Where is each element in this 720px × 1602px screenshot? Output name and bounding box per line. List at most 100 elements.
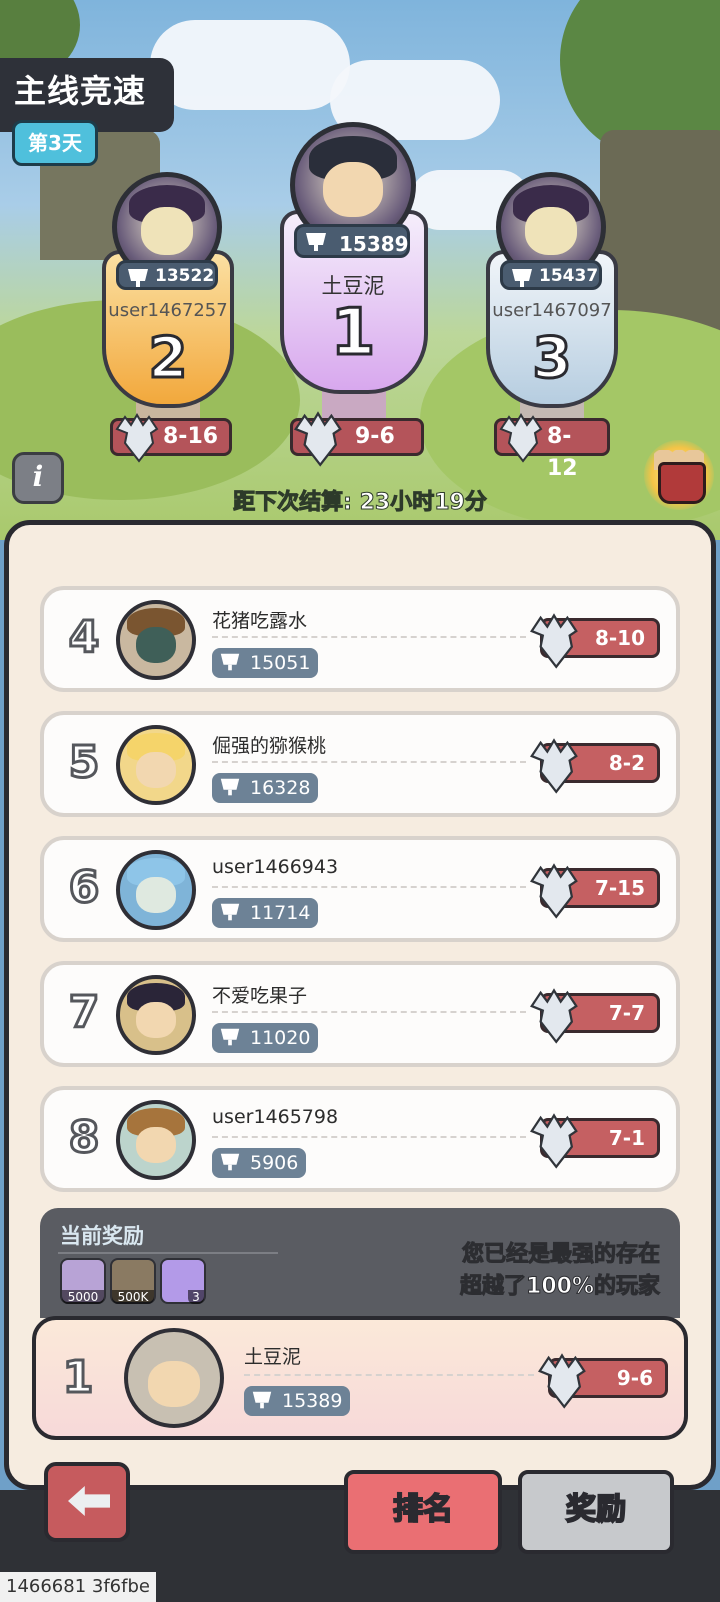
- podium-first[interactable]: 15389 土豆泥 1 9-6: [278, 120, 428, 470]
- build-id: 1466681 3f6fbe: [0, 1572, 156, 1602]
- trophy-icon: [220, 903, 240, 921]
- reward-title: 当前奖励: [60, 1224, 144, 1248]
- podium-rank: 3: [531, 325, 573, 393]
- divider: [58, 1252, 278, 1254]
- coin-icon[interactable]: 500K: [110, 1258, 156, 1304]
- row-name: 倔强的猕猴桃: [212, 735, 327, 757]
- score-pill: 11020: [212, 1023, 319, 1053]
- score-pill: 11714: [212, 898, 319, 928]
- level-value: 9-6: [616, 1366, 653, 1390]
- podium-score: 15389: [339, 232, 409, 256]
- avatar: [116, 600, 196, 680]
- row-name: 不爱吃果子: [212, 985, 308, 1007]
- avatar: [116, 975, 196, 1055]
- level-value: 8-2: [608, 751, 645, 775]
- wolf-icon: [538, 1353, 586, 1409]
- row-name: 土豆泥: [244, 1346, 302, 1368]
- potion-icon[interactable]: 5000: [60, 1258, 106, 1304]
- wolf-icon: [115, 413, 159, 463]
- divider: [212, 886, 526, 888]
- wolf-icon: [530, 738, 578, 794]
- trophy-icon: [306, 233, 326, 251]
- list-item[interactable]: 8 user1465798 5906 7-1: [40, 1086, 680, 1192]
- score-pill: 15437: [500, 260, 602, 290]
- row-score-value: 15051: [250, 652, 311, 674]
- level-tag: 8-12: [494, 413, 610, 481]
- day-badge: 第3天: [12, 120, 98, 166]
- list-item[interactable]: 7 不爱吃果子 11020 7-7: [40, 961, 680, 1067]
- wolf-icon: [530, 988, 578, 1044]
- list-item[interactable]: 4 花猪吃露水 15051 8-10: [40, 586, 680, 692]
- level-value: 7-7: [608, 1001, 645, 1025]
- podium-rank: 2: [147, 325, 189, 393]
- score-pill: 13522: [116, 260, 218, 290]
- score-pill: 5906: [212, 1148, 307, 1178]
- level-tag: 7-15: [530, 863, 660, 919]
- podium-second[interactable]: 13522 user1467257 2 8-16: [100, 170, 236, 470]
- level-value: 7-1: [608, 1126, 645, 1150]
- trophy-icon: [220, 1028, 240, 1046]
- row-rank: 8: [67, 1111, 101, 1165]
- cloud: [150, 20, 350, 110]
- row-score-value: 11020: [250, 1027, 311, 1049]
- row-name: user1465798: [212, 1106, 339, 1128]
- my-rank-row[interactable]: 1 土豆泥 15389 9-6: [32, 1316, 688, 1440]
- podium-third[interactable]: 15437 user1467097 3 8-12: [484, 170, 620, 481]
- row-score-value: 11714: [250, 902, 311, 924]
- divider: [212, 761, 526, 763]
- wolf-icon: [530, 863, 578, 919]
- row-rank: 1: [61, 1351, 95, 1405]
- trophy-icon: [128, 269, 148, 287]
- back-button[interactable]: [44, 1462, 130, 1542]
- score-pill: 15389: [244, 1386, 351, 1416]
- list-item[interactable]: 5 倔强的猕猴桃 16328 8-2: [40, 711, 680, 817]
- divider: [212, 1136, 526, 1138]
- row-rank: 6: [67, 861, 101, 915]
- divider: [212, 1011, 526, 1013]
- score-pill: 15051: [212, 648, 319, 678]
- wolf-icon: [530, 1113, 578, 1169]
- level-value: 8-10: [594, 626, 645, 650]
- level-value: 7-15: [594, 876, 645, 900]
- trophy-icon: [220, 1153, 240, 1171]
- podium-score: 15437: [539, 266, 599, 286]
- level-value: 8-12: [547, 424, 578, 481]
- level-tag: 8-10: [530, 613, 660, 669]
- wolf-icon: [294, 411, 342, 467]
- podium-score: 13522: [155, 266, 215, 286]
- wolf-icon: [530, 613, 578, 669]
- list-item[interactable]: 6 user1466943 11714 7-15: [40, 836, 680, 942]
- divider: [244, 1374, 534, 1376]
- level-tag: 9-6: [290, 411, 424, 467]
- level-tag: 8-16: [110, 413, 232, 463]
- trophy-icon: [220, 653, 240, 671]
- speedup-24h-icon[interactable]: 3: [160, 1258, 206, 1304]
- row-name: 花猪吃露水: [212, 610, 308, 632]
- tab-rank[interactable]: 排名: [344, 1470, 502, 1554]
- page-title: 主线竞速: [14, 72, 147, 110]
- score-pill: 16328: [212, 773, 319, 803]
- wolf-icon: [499, 413, 543, 463]
- reward-message-line1: 您已经是最强的存在: [461, 1242, 660, 1268]
- podium-rank: 1: [329, 295, 377, 372]
- row-score-value: 15389: [282, 1390, 343, 1412]
- level-tag: 7-7: [530, 988, 660, 1044]
- avatar: [116, 725, 196, 805]
- row-score-value: 16328: [250, 777, 311, 799]
- trophy-icon: [512, 269, 532, 287]
- score-pill: 15389: [294, 224, 410, 258]
- reward-amount: 500K: [112, 1290, 154, 1304]
- tab-reward[interactable]: 奖励: [518, 1470, 674, 1554]
- podium-name: user1467097: [492, 300, 612, 321]
- chest-button[interactable]: [644, 440, 714, 510]
- row-score-value: 5906: [250, 1152, 299, 1174]
- row-name: user1466943: [212, 856, 339, 878]
- level-tag: 7-1: [530, 1113, 660, 1169]
- reward-amount: 3: [188, 1290, 204, 1304]
- level-value: 9-6: [355, 424, 395, 449]
- settlement-countdown: 距下次结算: 23小时19分: [233, 490, 488, 516]
- avatar: [116, 850, 196, 930]
- row-rank: 4: [67, 611, 101, 665]
- divider: [212, 636, 526, 638]
- podium-name: user1467257: [108, 300, 228, 321]
